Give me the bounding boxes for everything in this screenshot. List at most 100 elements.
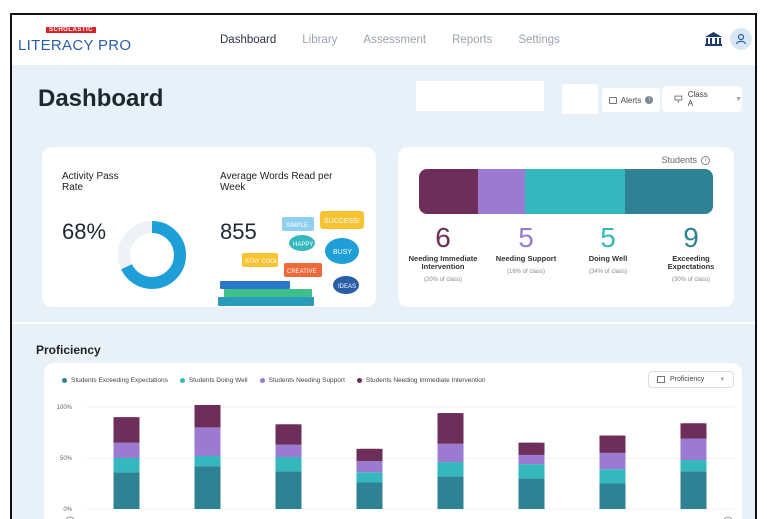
students-header-label: Students	[661, 155, 697, 165]
main-nav: Dashboard Library Assessment Reports Set…	[220, 34, 586, 46]
y-tick-label: 100%	[57, 405, 73, 411]
redacted-field	[416, 81, 544, 111]
bar-segment-0[interactable]	[599, 483, 626, 510]
stat-percent: (30% of class)	[671, 277, 710, 283]
bar-segment-1[interactable]	[113, 458, 140, 473]
pass-rate-value: 68%	[62, 219, 107, 244]
school-icon[interactable]	[704, 31, 723, 47]
bar-cap	[680, 423, 707, 430]
reading-illustration: SIMPLE SUCCESS! HAPPY BUSY STAY COOL CRE…	[218, 211, 364, 306]
logo-brand: SCHOLASTIC	[46, 27, 96, 33]
class-select-value: Class A	[687, 90, 708, 108]
alerts-badge: !	[645, 96, 654, 104]
proficiency-card: Students Exceeding Expectations Students…	[44, 363, 742, 519]
stat-percent: (16% of class)	[506, 269, 545, 275]
bar-cap	[194, 404, 221, 411]
stat-label: Doing Well	[588, 254, 628, 263]
bar-segment-0[interactable]	[194, 466, 221, 509]
bar-cap	[518, 442, 545, 449]
app-frame: SCHOLASTIC LITERACY PRO Dashboard Librar…	[10, 13, 757, 519]
page-title: Dashboard	[38, 85, 164, 112]
bar-cap	[275, 424, 302, 431]
bar-cap	[356, 448, 383, 455]
logo-title: LITERACY PRO	[18, 37, 132, 54]
bar-segment-0[interactable]	[518, 478, 545, 509]
bar-segment-2[interactable]	[356, 461, 383, 473]
section-divider	[12, 322, 755, 324]
bar-segment-1[interactable]	[194, 455, 221, 467]
class-select[interactable]: Class A ▼	[662, 86, 742, 112]
pass-rate-donut	[118, 221, 186, 289]
stat-label: Needing Support	[495, 254, 557, 263]
bar-segment-2[interactable]	[599, 452, 626, 470]
class-icon	[674, 95, 683, 103]
top-navigation-bar: SCHOLASTIC LITERACY PRO Dashboard Librar…	[12, 15, 755, 65]
bar-segment-0[interactable]	[113, 472, 140, 509]
bar-cap	[437, 413, 464, 420]
svg-text:BUSY: BUSY	[333, 249, 352, 256]
redacted-field-small	[562, 84, 598, 114]
students-distribution-bar	[419, 169, 713, 214]
svg-text:STAY COOL: STAY COOL	[245, 259, 279, 265]
y-tick-label: 0%	[63, 507, 72, 513]
nav-assessment[interactable]: Assessment	[363, 34, 426, 46]
stat-label: Needing Immediate Intervention	[408, 254, 478, 271]
stat-exceeding: 9 Exceeding Expectations (30% of class)	[651, 222, 731, 284]
user-icon	[735, 33, 747, 45]
nav-dashboard[interactable]: Dashboard	[220, 34, 276, 46]
students-card: Students i 6 Needing Immediate Intervent…	[398, 147, 734, 307]
students-segment-0	[419, 169, 478, 214]
bar-segment-0[interactable]	[275, 471, 302, 509]
students-segment-1	[477, 169, 525, 214]
calendar-icon	[608, 96, 617, 104]
svg-text:IDEAS: IDEAS	[338, 284, 356, 290]
svg-text:SUCCESS!: SUCCESS!	[324, 218, 360, 225]
y-tick-label: 50%	[60, 456, 73, 462]
stat-percent: (34% of class)	[588, 269, 627, 275]
proficiency-title: Proficiency	[36, 343, 101, 357]
alerts-button[interactable]: Alerts !	[602, 88, 660, 112]
bar-segment-1[interactable]	[275, 456, 302, 472]
students-header: Students i	[661, 155, 710, 165]
alerts-label: Alerts	[620, 95, 642, 105]
bar-segment-2[interactable]	[680, 438, 707, 461]
stat-needing-support: 5 Needing Support (16% of class)	[486, 222, 566, 276]
svg-text:HAPPY: HAPPY	[293, 242, 313, 248]
bar-segment-2[interactable]	[437, 443, 464, 463]
nav-settings[interactable]: Settings	[518, 34, 560, 46]
pass-rate-label: Activity Pass Rate	[62, 171, 119, 193]
svg-text:CREATIVE: CREATIVE	[287, 269, 317, 275]
bar-segment-1[interactable]	[356, 472, 383, 483]
stat-count: 6	[435, 222, 451, 253]
stat-count: 5	[518, 222, 534, 253]
bar-segment-2[interactable]	[275, 444, 302, 457]
stat-doing-well: 5 Doing Well (34% of class)	[568, 222, 648, 276]
bar-segment-2[interactable]	[518, 454, 545, 465]
bar-segment-0[interactable]	[356, 482, 383, 509]
proficiency-chart: 100%50%0%Class AClass BClass CClass DCla…	[57, 404, 734, 519]
stat-count: 5	[600, 222, 616, 253]
nav-library[interactable]: Library	[302, 34, 337, 46]
stat-percent: (20% of class)	[423, 277, 462, 283]
metrics-card: Activity Pass Rate 68% Average Words Rea…	[42, 147, 376, 307]
bar-segment-1[interactable]	[437, 462, 464, 477]
bar-segment-0[interactable]	[680, 471, 707, 509]
info-icon[interactable]: i	[701, 155, 710, 165]
bar-segment-2[interactable]	[113, 442, 140, 458]
user-account-button[interactable]	[730, 28, 752, 50]
stat-count: 9	[683, 222, 699, 253]
bar-cap	[599, 435, 626, 442]
nav-reports[interactable]: Reports	[452, 34, 492, 46]
bar-segment-1[interactable]	[680, 460, 707, 472]
chevron-down-icon: ▼	[735, 95, 742, 103]
students-segment-3	[624, 169, 713, 214]
bar-cap	[113, 417, 140, 424]
bar-segment-2[interactable]	[194, 427, 221, 456]
students-segment-2	[524, 169, 625, 214]
bar-segment-0[interactable]	[437, 476, 464, 509]
svg-text:SIMPLE: SIMPLE	[286, 223, 308, 229]
words-read-label: Average Words Read per Week	[220, 171, 333, 193]
bar-segment-1[interactable]	[518, 464, 545, 479]
chevron-down-icon[interactable]: ▼	[754, 36, 755, 43]
bar-segment-1[interactable]	[599, 469, 626, 484]
